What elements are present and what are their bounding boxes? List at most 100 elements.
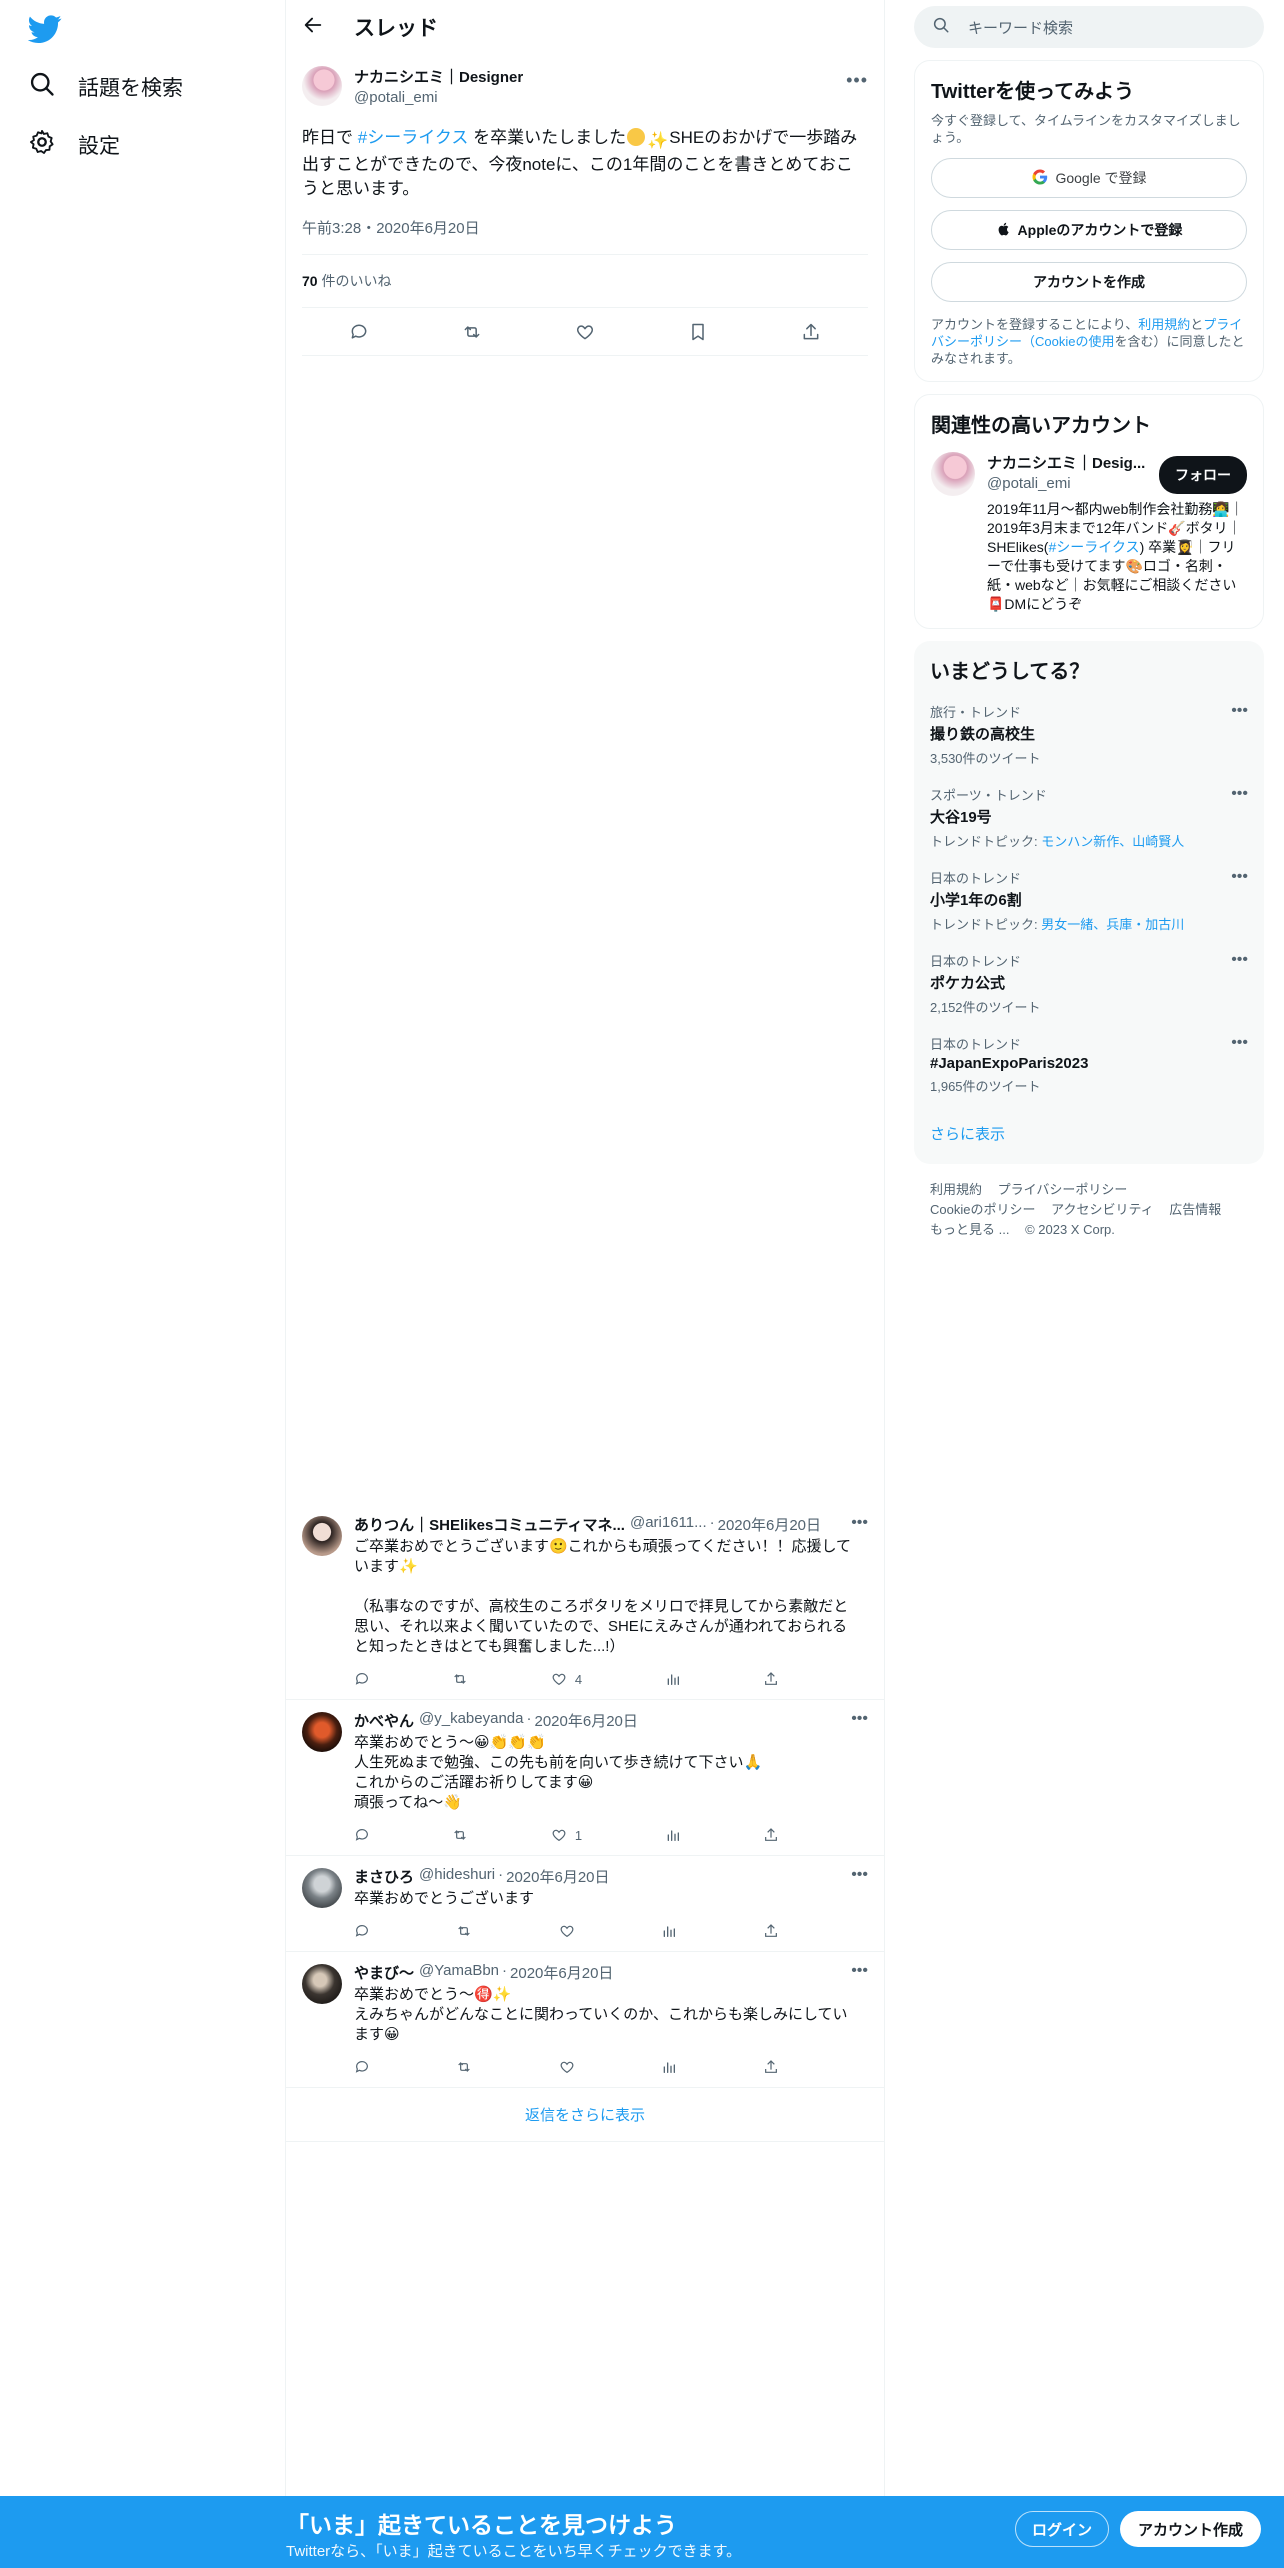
reply-author-name[interactable]: まさひろ [354,1866,414,1887]
nav-settings[interactable]: 設定 [28,128,120,162]
hashtag-link[interactable]: #シーライクス [358,128,469,147]
reply-author-name[interactable]: やまび～ [354,1962,414,1983]
analytics-icon[interactable] [661,2057,677,2077]
retweet-icon[interactable] [452,1669,468,1689]
related-account-name[interactable]: ナカニシエミ｜Desig... [987,452,1147,473]
create-account-button[interactable]: アカウントを作成 [931,262,1247,302]
like-heart-icon[interactable] [559,1921,575,1941]
retweet-icon[interactable] [456,1921,472,1941]
reply-author-name[interactable]: ありつん｜SHElikesコミュニティマネ... [354,1514,625,1535]
reply-actions: 1 [354,1825,779,1845]
avatar[interactable] [302,1964,342,2004]
tweet-timestamp[interactable]: 午前3:28・2020年6月20日 [302,217,868,255]
share-icon[interactable] [763,1825,779,1845]
reply-icon[interactable] [354,1921,370,1941]
reply-date[interactable]: 2020年6月20日 [510,1962,613,1983]
share-icon[interactable] [763,2057,779,2077]
reply-icon[interactable] [354,1669,370,1689]
reply-author-handle[interactable]: @YamaBbn [419,1962,499,1983]
reply-author-handle[interactable]: @ari1611... [630,1514,707,1535]
trend-item[interactable]: スポーツ・トレンド 大谷19号 トレンドトピック: モンハン新作、山崎賢人 ••… [930,785,1248,850]
trend-item[interactable]: 日本のトレンド #JapanExpoParis2023 1,965件のツイート … [930,1034,1248,1095]
reply-icon[interactable] [354,1825,370,1845]
reply-author-name[interactable]: かべやん [354,1710,414,1731]
avatar[interactable] [302,1516,342,1556]
more-options-icon[interactable]: ••• [1231,868,1248,886]
likes-count[interactable]: 70 件のいいね [302,255,868,308]
analytics-icon[interactable] [665,1669,681,1689]
footer-link[interactable]: 広告情報 [1169,1202,1221,1217]
retweet-icon[interactable] [452,1825,468,1845]
show-more-trends-link[interactable]: さらに表示 [930,1123,1248,1150]
trend-item[interactable]: 日本のトレンド 小学1年の6割 トレンドトピック: 男女一緒、兵庫・加古川 ••… [930,868,1248,933]
trend-item[interactable]: 日本のトレンド ポケカ公式 2,152件のツイート ••• [930,951,1248,1016]
share-icon[interactable] [763,1669,779,1689]
reply-item[interactable]: まさひろ @hideshuri · 2020年6月20日 ••• 卒業おめでとう… [286,1856,884,1952]
reply-item[interactable]: やまび～ @YamaBbn · 2020年6月20日 ••• 卒業おめでとう〜🉐… [286,1952,884,2088]
trend-category: 日本のトレンド [930,1037,1022,1052]
reply-author-handle[interactable]: @hideshuri [419,1866,495,1887]
reply-icon[interactable] [349,322,369,342]
bio-hashtag-link[interactable]: #シーライクス [1048,539,1139,555]
twitter-logo-icon[interactable] [27,12,62,46]
trend-meta: 3,530件のツイート [930,748,1248,767]
avatar[interactable] [931,452,975,496]
left-nav: 話題を検索 設定 [0,0,285,2568]
more-options-icon[interactable]: ••• [851,1962,868,1980]
avatar[interactable] [302,1712,342,1752]
search-input[interactable]: キーワード検索 [914,6,1264,48]
like-count: 1 [574,1827,583,1843]
replies-list: ありつん｜SHElikesコミュニティマネ... @ari1611... · 2… [286,1504,884,2142]
avatar[interactable] [302,66,342,106]
reply-author-handle[interactable]: @y_kabeyanda [419,1710,523,1731]
trend-topic-links[interactable]: モンハン新作、山崎賢人 [1041,834,1184,849]
like-heart-icon[interactable]: 1 [551,1825,582,1845]
reply-item[interactable]: ありつん｜SHElikesコミュニティマネ... @ari1611... · 2… [286,1504,884,1700]
footer-link[interactable]: プライバシーポリシー [998,1182,1128,1197]
more-options-icon[interactable]: ••• [1231,702,1248,720]
reply-actions [354,2057,779,2077]
bookmark-icon[interactable] [688,322,708,342]
avatar[interactable] [302,1868,342,1908]
more-options-icon[interactable]: ••• [1231,951,1248,969]
login-button[interactable]: ログイン [1015,2511,1110,2547]
related-account[interactable]: ナカニシエミ｜Desig... @potali_emi 2019年11月〜都内w… [931,452,1247,614]
footer-link[interactable]: 利用規約 [930,1182,982,1197]
share-icon[interactable] [763,1921,779,1941]
analytics-icon[interactable] [661,1921,677,1941]
like-heart-icon[interactable] [559,2057,575,2077]
footer-link[interactable]: Cookieのポリシー [930,1202,1035,1217]
footer-link[interactable]: アクセシビリティ [1051,1202,1154,1217]
more-options-icon[interactable]: ••• [851,1866,868,1884]
apple-signup-button[interactable]: Appleのアカウントで登録 [931,210,1247,250]
related-account-bio: 2019年11月〜都内web制作会社勤務👩‍💻｜2019年3月末まで12年バンド… [987,500,1247,614]
more-options-icon[interactable]: ••• [1231,1034,1248,1052]
retweet-icon[interactable] [456,2057,472,2077]
trend-item[interactable]: 旅行・トレンド 撮り鉄の高校生 3,530件のツイート ••• [930,702,1248,767]
reply-date[interactable]: 2020年6月20日 [718,1514,821,1535]
more-options-icon[interactable]: ••• [851,1710,868,1728]
terms-link[interactable]: 利用規約 [1138,317,1190,332]
retweet-icon[interactable] [462,322,482,342]
nav-explore[interactable]: 話題を検索 [28,70,183,104]
like-heart-icon[interactable]: 4 [551,1669,582,1689]
more-options-icon[interactable]: ••• [846,70,868,91]
footer-more-link[interactable]: もっと見る ... [930,1222,1009,1237]
author-name[interactable]: ナカニシエミ｜Designer [354,66,523,87]
reply-date[interactable]: 2020年6月20日 [506,1866,609,1887]
share-icon[interactable] [801,322,821,342]
follow-button[interactable]: フォロー [1159,456,1247,494]
google-signup-button[interactable]: Google で登録 [931,158,1247,198]
more-options-icon[interactable]: ••• [851,1514,868,1532]
more-options-icon[interactable]: ••• [1231,785,1248,803]
show-more-replies-link[interactable]: 返信をさらに表示 [286,2088,884,2142]
back-arrow-icon[interactable] [302,14,324,41]
reply-item[interactable]: かべやん @y_kabeyanda · 2020年6月20日 ••• 卒業おめで… [286,1700,884,1856]
analytics-icon[interactable] [665,1825,681,1845]
reply-date[interactable]: 2020年6月20日 [534,1710,637,1731]
reply-icon[interactable] [354,2057,370,2077]
like-heart-icon[interactable] [575,322,595,342]
trend-topic-links[interactable]: 男女一緒、兵庫・加古川 [1041,917,1184,932]
author-handle[interactable]: @potali_emi [354,89,523,106]
signup-button[interactable]: アカウント作成 [1120,2511,1262,2547]
